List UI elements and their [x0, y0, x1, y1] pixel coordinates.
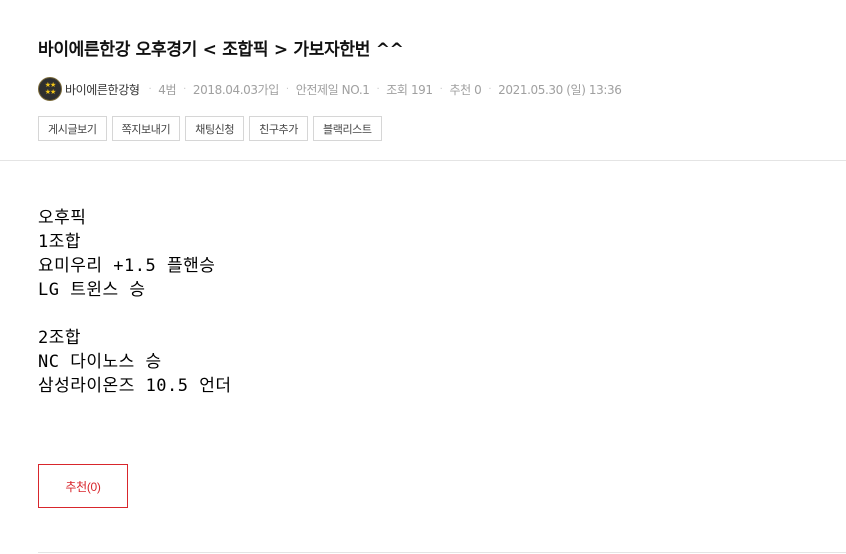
- author-actions: 게시글보기 쪽지보내기 채팅신청 친구추가 블랙리스트: [38, 116, 382, 141]
- chat-request-button[interactable]: 채팅신청: [185, 116, 245, 141]
- meta-separator: ·: [376, 83, 380, 95]
- content-line: NC 다이노스 승: [38, 352, 162, 372]
- content-line: 2조합: [38, 328, 82, 348]
- author-name[interactable]: 바이에른한강형: [65, 81, 140, 98]
- post-content: 오후픽 1조합 요미우리 +1.5 플핸승 LG 트윈스 승 2조합 NC 다이…: [38, 206, 232, 398]
- content-line: 삼성라이온즈 10.5 언더: [38, 376, 232, 396]
- content-line: [38, 302, 232, 326]
- meta-separator: ·: [439, 83, 443, 95]
- recommend-button[interactable]: 추천(0): [38, 464, 128, 508]
- content-line: LG 트윈스 승: [38, 280, 146, 300]
- footer-divider: [38, 552, 846, 553]
- author-badge: 안전제일 NO.1: [295, 82, 370, 97]
- star-emblem-icon: ★★ ★★: [44, 81, 57, 96]
- meta-separator: ·: [183, 83, 186, 95]
- content-line: 오후픽: [38, 208, 87, 228]
- join-date: 2018.04.03가입: [192, 82, 279, 97]
- post-page: 바이에른한강 오후경기 < 조합픽 > 가보자한번 ^^ ★★ ★★ 바이에른한강…: [0, 0, 846, 554]
- meta-separator: ·: [285, 83, 289, 95]
- post-title: 바이에른한강 오후경기 < 조합픽 > 가보자한번 ^^: [38, 40, 404, 60]
- post-datetime: 2021.05.30 (일) 13:36: [498, 82, 622, 97]
- content-line: 요미우리 +1.5 플핸승: [38, 256, 216, 276]
- meta-separator: ·: [148, 83, 152, 95]
- recommend-count: 추천 0: [449, 82, 482, 97]
- view-posts-button[interactable]: 게시글보기: [38, 116, 107, 141]
- blacklist-button[interactable]: 블랙리스트: [313, 116, 382, 141]
- content-line: 1조합: [38, 232, 82, 252]
- avatar[interactable]: ★★ ★★: [38, 77, 62, 101]
- send-message-button[interactable]: 쪽지보내기: [111, 116, 181, 141]
- post-meta: ★★ ★★ 바이에른한강형 · 4범 · 2018.04.03가입 · 안전제일 …: [38, 76, 622, 102]
- add-friend-button[interactable]: 친구추가: [249, 116, 308, 141]
- author-level: 4범: [158, 82, 177, 97]
- header-divider: [0, 160, 846, 161]
- view-count: 조회 191: [386, 82, 433, 97]
- meta-separator: ·: [488, 83, 492, 95]
